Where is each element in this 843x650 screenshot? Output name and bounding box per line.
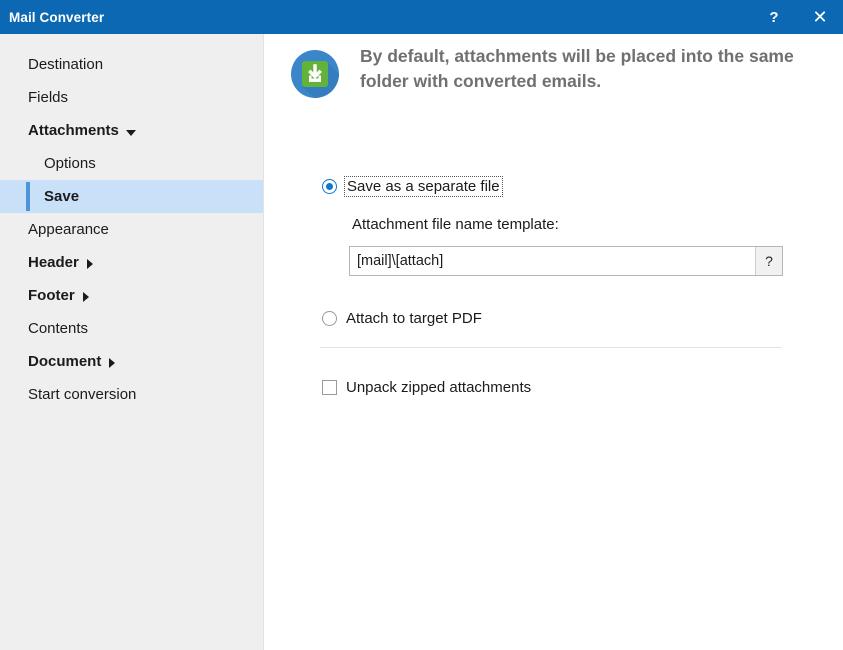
radio-indicator-save-separate[interactable]	[322, 179, 337, 194]
sidebar-item-label: Save	[44, 188, 80, 205]
radio-indicator-attach-pdf[interactable]	[322, 311, 337, 326]
sidebar-item-label: Document	[28, 353, 102, 370]
radio-label-save-separate: Save as a separate file	[344, 176, 503, 197]
sidebar-item-start-conversion[interactable]: Start conversion	[0, 378, 263, 411]
sidebar-item-header[interactable]: Header	[0, 246, 263, 279]
attachment-template-field[interactable]: ?	[349, 246, 783, 276]
help-icon[interactable]: ?	[751, 0, 797, 34]
sidebar-item-destination[interactable]: Destination	[0, 48, 263, 81]
mail-converter-window: Mail Converter ? ✕ Destination Fields Atta…	[0, 0, 843, 650]
radio-attach-to-target-pdf[interactable]: Attach to target PDF	[322, 310, 482, 327]
section-divider	[320, 347, 782, 348]
banner-text: By default, attachments will be placed i…	[360, 46, 794, 91]
radio-label-attach-pdf: Attach to target PDF	[346, 310, 482, 327]
radio-save-as-separate-file[interactable]: Save as a separate file	[322, 176, 503, 197]
sidebar-navigation: Destination Fields Attachments Options Save A…	[0, 34, 264, 650]
checkbox-unpack-zipped-attachments[interactable]: Unpack zipped attachments	[322, 379, 531, 396]
sidebar-item-label: Fields	[28, 89, 69, 106]
sidebar-item-label: Appearance	[28, 221, 109, 238]
close-icon[interactable]: ✕	[797, 0, 843, 34]
chevron-right-icon	[86, 258, 93, 269]
chevron-right-icon	[109, 357, 116, 368]
sidebar-item-attachments[interactable]: Attachments	[0, 114, 263, 147]
title-bar: Mail Converter ? ✕	[0, 0, 843, 34]
sidebar-item-label: Header	[28, 254, 79, 271]
info-banner: By default, attachments will be placed i…	[288, 44, 830, 101]
chevron-right-icon	[82, 291, 89, 302]
sidebar-item-label: Contents	[28, 320, 89, 337]
settings-panel: By default, attachments will be placed i…	[264, 34, 843, 650]
sidebar-item-contents[interactable]: Contents	[0, 312, 263, 345]
sidebar-item-save[interactable]: Save	[0, 180, 263, 213]
window-title: Mail Converter	[9, 9, 105, 25]
attachment-template-label: Attachment file name template:	[352, 216, 559, 233]
attachment-template-input[interactable]	[350, 247, 755, 275]
checkbox-indicator-unpack-zip[interactable]	[322, 380, 337, 395]
checkbox-label-unpack-zip: Unpack zipped attachments	[346, 379, 532, 396]
sidebar-item-label: Destination	[28, 56, 104, 73]
sidebar-item-label: Start conversion	[28, 386, 137, 403]
sidebar-item-label: Footer	[28, 287, 75, 304]
sidebar-item-appearance[interactable]: Appearance	[0, 213, 263, 246]
template-help-button[interactable]: ?	[755, 247, 782, 275]
sidebar-item-fields[interactable]: Fields	[0, 81, 263, 114]
sidebar-item-label: Attachments	[28, 122, 119, 139]
sidebar-item-footer[interactable]: Footer	[0, 279, 263, 312]
sidebar-item-options[interactable]: Options	[0, 147, 263, 180]
sidebar-item-document[interactable]: Document	[0, 345, 263, 378]
chevron-down-icon	[125, 129, 136, 136]
download-to-folder-icon	[288, 47, 342, 101]
sidebar-item-label: Options	[44, 155, 96, 172]
